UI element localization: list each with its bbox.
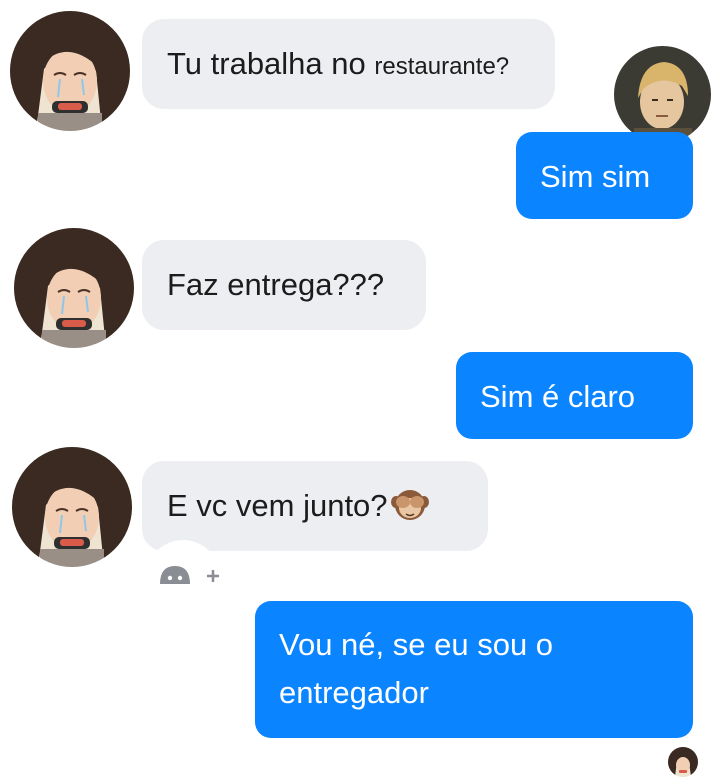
- outgoing-message-bubble[interactable]: Sim sim: [516, 132, 693, 219]
- message-text: Faz entrega???: [167, 267, 385, 302]
- user-avatar[interactable]: [614, 46, 711, 143]
- message-text: Sim sim: [540, 159, 651, 194]
- message-text-line-1: Vou né, se eu sou o: [279, 627, 554, 662]
- see-no-evil-monkey-emoji: [390, 484, 430, 522]
- incoming-message-bubble[interactable]: Tu trabalha no restaurante?: [142, 19, 555, 109]
- message-text-line-2: entregador: [279, 675, 429, 710]
- message-text: E vc vem junto?: [167, 488, 388, 523]
- contact-avatar[interactable]: [10, 11, 130, 131]
- message-text: Tu trabalha no: [167, 46, 366, 81]
- contact-avatar[interactable]: [14, 228, 134, 348]
- message-text-small: restaurante?: [374, 53, 510, 80]
- incoming-message-bubble[interactable]: Faz entrega???: [142, 240, 426, 330]
- outgoing-message-bubble[interactable]: Vou né, se eu sou o entregador: [255, 601, 693, 738]
- outgoing-message-bubble[interactable]: Sim é claro: [456, 352, 693, 439]
- message-text: Sim é claro: [480, 379, 636, 414]
- add-reaction-button[interactable]: [142, 536, 226, 586]
- seen-by-avatar: [668, 747, 698, 777]
- contact-avatar[interactable]: [12, 447, 132, 567]
- add-reaction-icon: [160, 566, 219, 584]
